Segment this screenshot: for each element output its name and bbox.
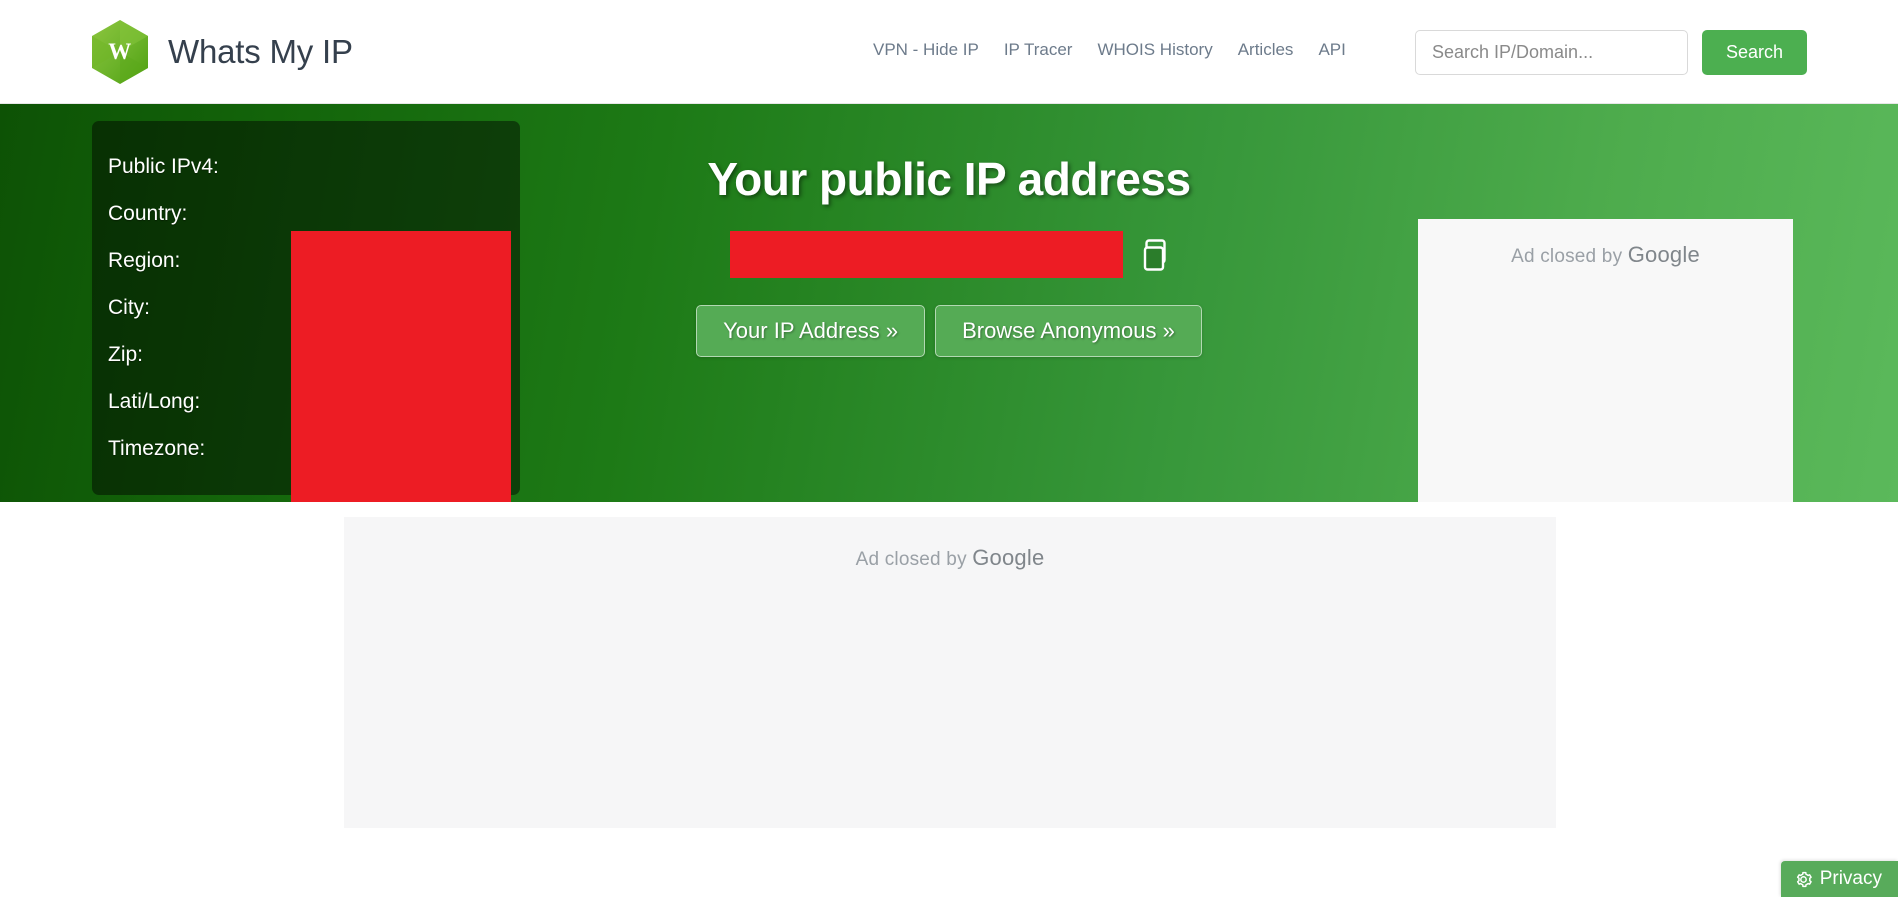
nav-item-whois-history[interactable]: WHOIS History (1097, 40, 1212, 60)
info-label-public-ipv4: Public IPv4: (108, 154, 219, 178)
site-header: W Whats My IP VPN - Hide IP IP Tracer WH… (0, 0, 1898, 104)
nav-item-vpn-hide-ip[interactable]: VPN - Hide IP (873, 40, 979, 60)
privacy-badge-label: Privacy (1819, 868, 1882, 889)
nav-item-ip-tracer[interactable]: IP Tracer (1004, 40, 1073, 60)
search-input[interactable] (1415, 30, 1688, 75)
copy-icon[interactable] (1139, 238, 1169, 271)
body-ad-closed-prefix: Ad closed by (855, 549, 973, 570)
hero-section: Public IPv4: Country: Region: City: Zip:… (0, 104, 1898, 502)
hero-advertisement-slot[interactable]: Ad closed by Google (1418, 219, 1793, 502)
page-title: Your public IP address (707, 153, 1191, 205)
brand-logo-link[interactable]: W Whats My IP (90, 19, 353, 85)
body-advertisement-slot[interactable]: Ad closed by Google (344, 517, 1556, 828)
nav-item-articles[interactable]: Articles (1238, 40, 1294, 60)
info-label-zip: Zip: (108, 342, 144, 366)
main-navigation: VPN - Hide IP IP Tracer WHOIS History Ar… (873, 40, 1346, 60)
your-ip-address-button[interactable]: Your IP Address » (696, 305, 926, 357)
hero-action-buttons: Your IP Address » Browse Anonymous » (696, 305, 1202, 357)
hero-ad-closed-label: Ad closed by Google (1511, 242, 1700, 502)
info-values-redaction-overlay (291, 231, 511, 502)
hero-ad-google-brand: Google (1627, 242, 1700, 267)
info-row: Country: (108, 190, 520, 237)
privacy-badge[interactable]: Privacy (1780, 861, 1898, 897)
body-ad-closed-label: Ad closed by Google (856, 545, 1045, 828)
info-label-country: Country: (108, 201, 188, 225)
gear-icon (1794, 870, 1813, 889)
info-row: Public IPv4: (108, 143, 520, 190)
search-button[interactable]: Search (1702, 30, 1808, 75)
header-search-form: Search (1415, 30, 1808, 75)
browse-anonymous-button[interactable]: Browse Anonymous » (935, 305, 1202, 357)
nav-item-api[interactable]: API (1318, 40, 1345, 60)
info-label-city: City: (108, 295, 150, 319)
info-label-lati-long: Lati/Long: (108, 389, 201, 413)
public-ip-value-redaction (729, 231, 1123, 278)
hexagon-logo-icon: W (90, 19, 150, 85)
brand-title: Whats My IP (168, 32, 353, 70)
hero-ad-closed-prefix: Ad closed by (1511, 246, 1628, 267)
page-body: Ad closed by Google (0, 502, 1898, 897)
logo-letter: W (108, 38, 132, 64)
public-ip-row (729, 231, 1169, 278)
info-label-timezone: Timezone: (108, 436, 206, 460)
body-ad-google-brand: Google (972, 545, 1045, 570)
info-label-region: Region: (108, 248, 181, 272)
